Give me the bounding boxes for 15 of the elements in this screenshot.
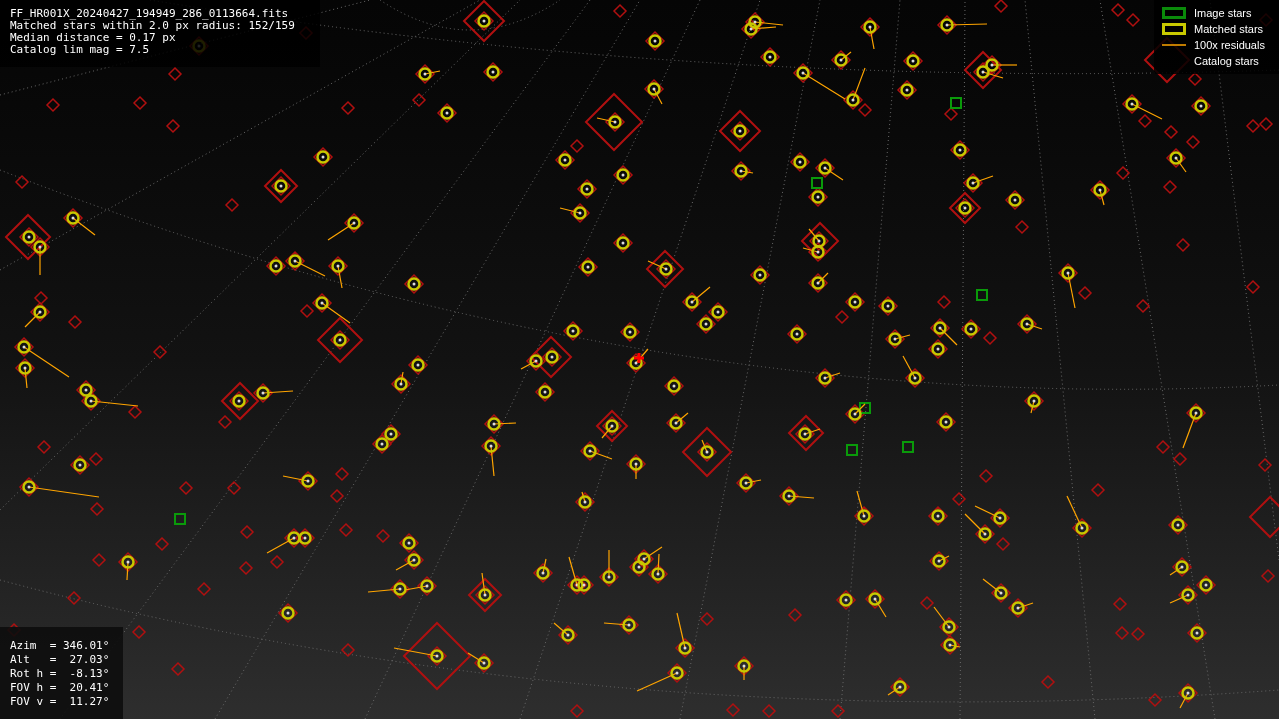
info-line: Catalog lim mag = 7.5 — [10, 44, 151, 56]
info-line: Matched stars within 2.0 px radius: 152/159 — [10, 20, 296, 32]
matched-star-swatch-icon — [1162, 23, 1186, 35]
legend-label: Catalog stars — [1194, 53, 1259, 69]
pointing-line: FOV h = 20.41° — [10, 681, 111, 695]
pointing-line: FOV v = 11.27° — [10, 695, 111, 709]
info-line: FF_HR001X_20240427_194949_286_0113664.fits — [10, 8, 290, 20]
info-line: Median distance = 0.17 px — [10, 32, 177, 44]
pointing-line: Alt = 27.03° — [10, 653, 111, 667]
legend-label: Matched stars — [1194, 21, 1264, 37]
legend-label: 100x residuals — [1194, 37, 1265, 53]
pointing-line: Azim = 346.01° — [10, 639, 111, 653]
pointing-line: Rot h = -8.13° — [10, 667, 111, 681]
legend-label: Image stars — [1194, 5, 1252, 21]
image-star-swatch-icon — [1162, 7, 1186, 19]
